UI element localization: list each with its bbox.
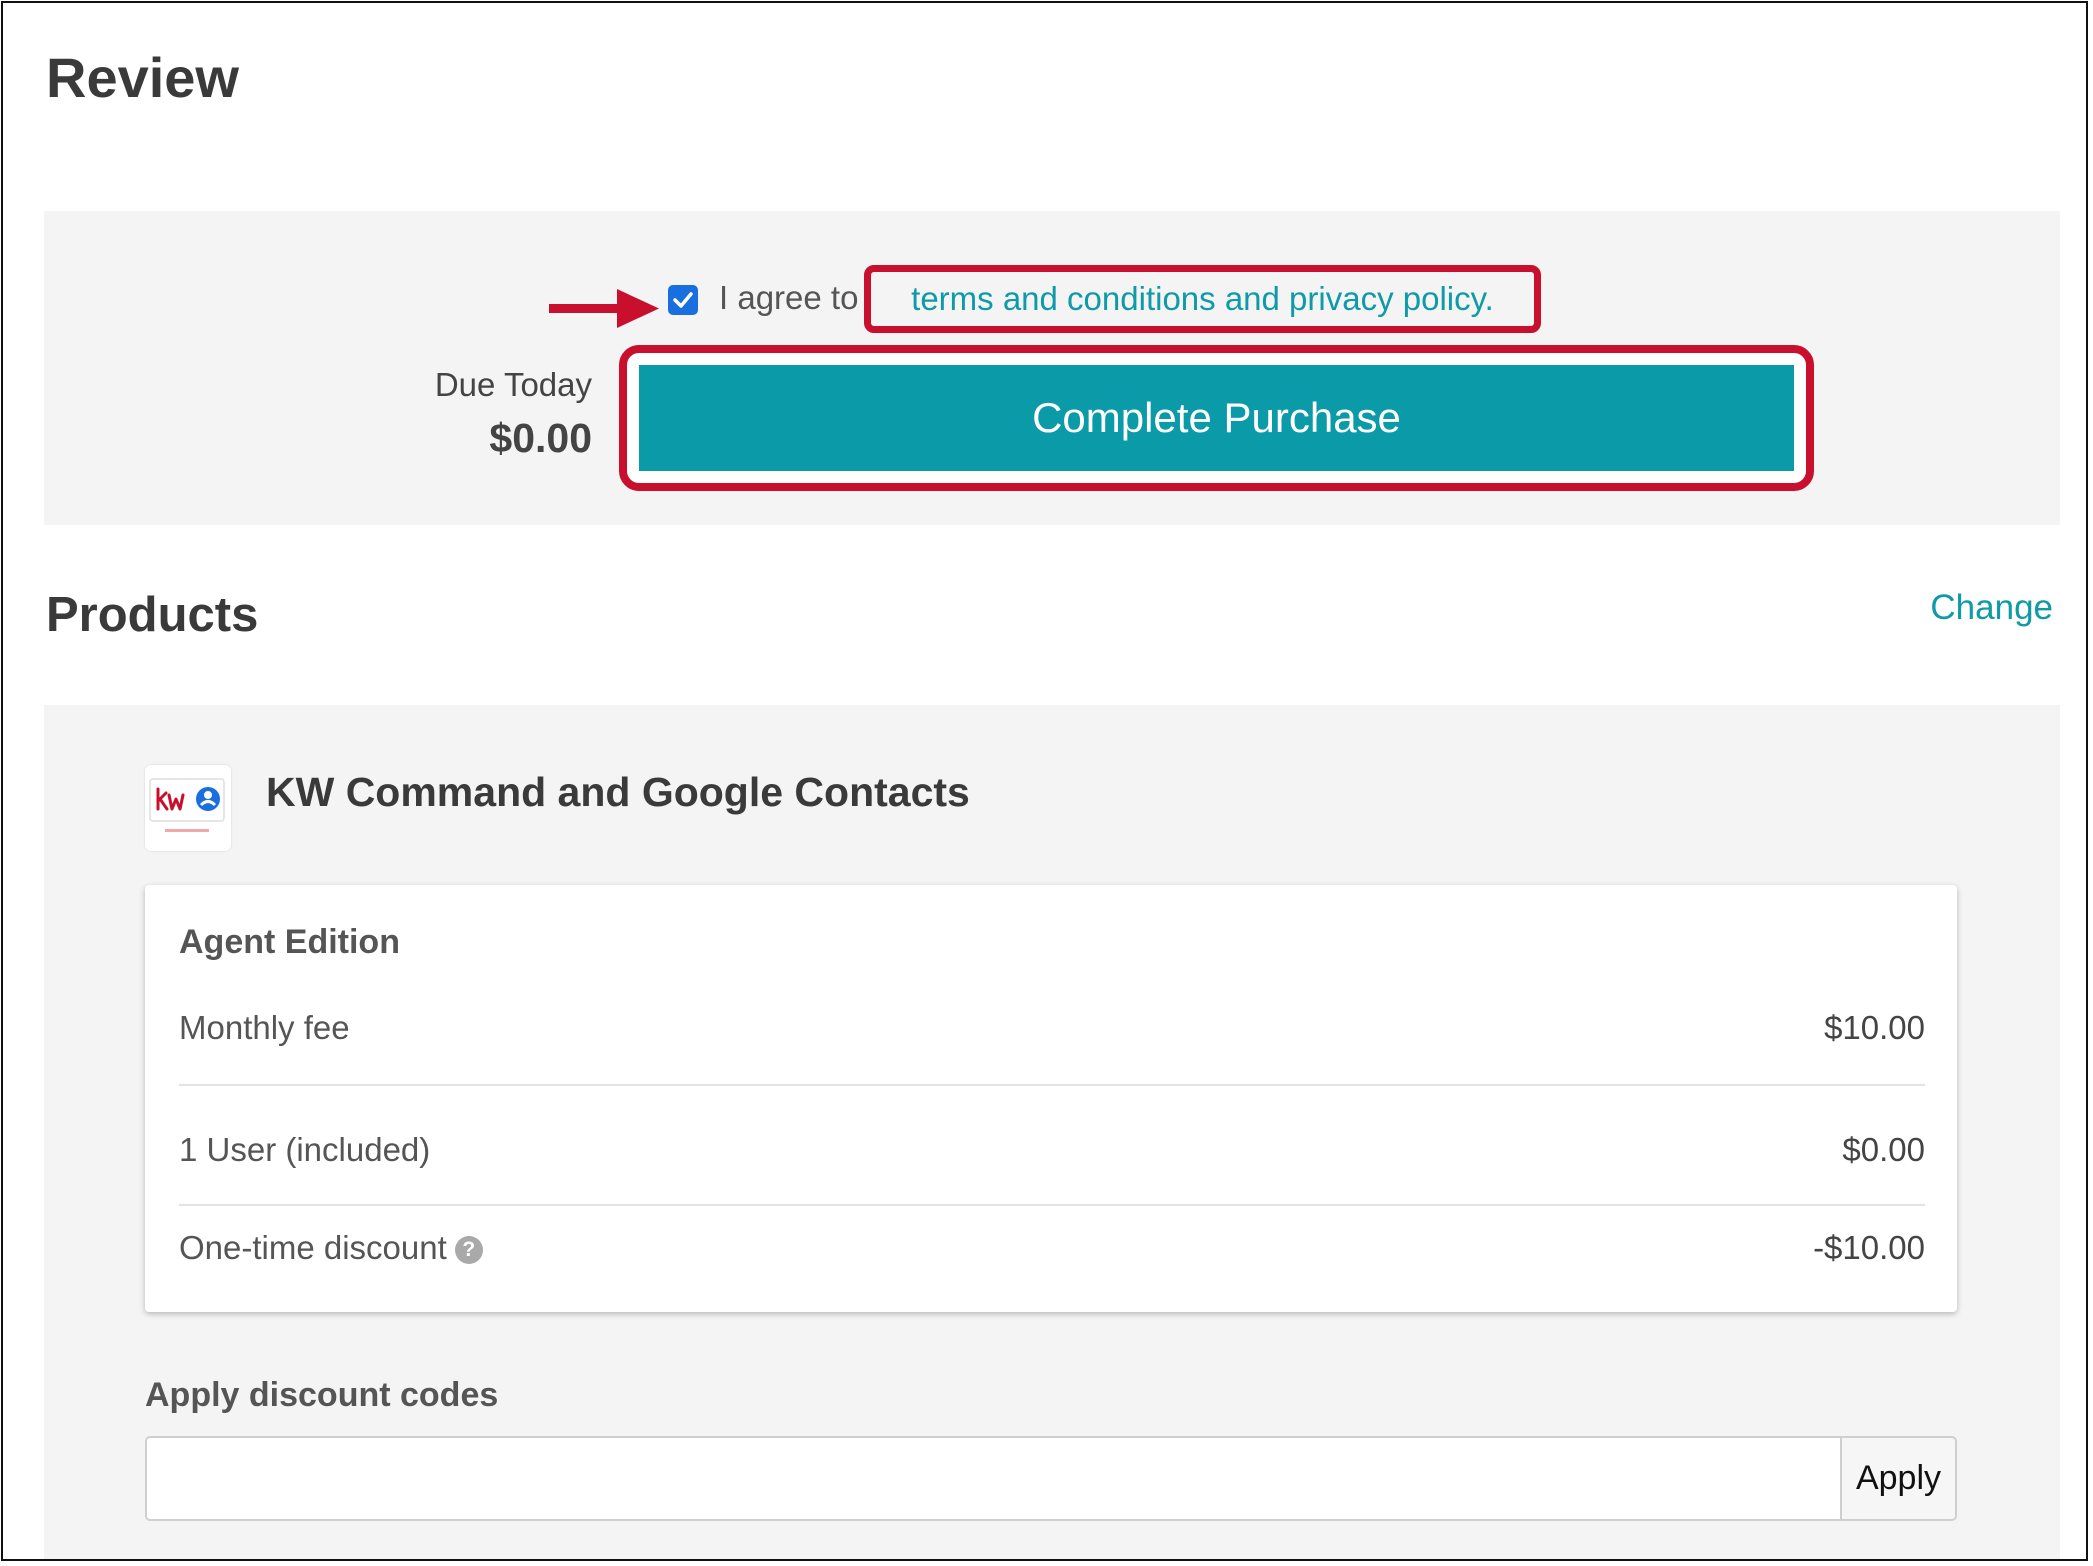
line-item: Monthly fee $10.00 xyxy=(179,1009,1925,1047)
discount-code-input[interactable] xyxy=(145,1436,1840,1521)
line-item-price: -$10.00 xyxy=(1813,1229,1925,1266)
terms-link[interactable]: terms and conditions and privacy policy. xyxy=(911,280,1494,318)
product-name: KW Command and Google Contacts xyxy=(266,769,970,815)
checkmark-icon xyxy=(673,292,693,308)
line-item: One-time discount? -$10.00 xyxy=(179,1229,1925,1267)
discount-codes-label: Apply discount codes xyxy=(145,1376,499,1414)
divider xyxy=(179,1204,1925,1206)
products-title: Products xyxy=(46,588,259,642)
products-panel: KW Command and Google Contacts Agent Edi… xyxy=(44,705,2060,1559)
change-link[interactable]: Change xyxy=(1930,588,2053,628)
arrow-right-icon xyxy=(549,289,659,328)
due-today-label: Due Today xyxy=(434,366,592,403)
line-item-price: $0.00 xyxy=(1842,1131,1925,1168)
review-panel: I agree to the terms and conditions and … xyxy=(44,211,2060,525)
divider xyxy=(179,1084,1925,1086)
line-item-label: Monthly fee xyxy=(179,1009,350,1046)
edition-title: Agent Edition xyxy=(179,923,400,961)
agree-checkbox[interactable] xyxy=(668,285,698,315)
line-item-label-group: One-time discount? xyxy=(179,1229,483,1267)
complete-purchase-button[interactable]: Complete Purchase xyxy=(639,365,1794,471)
apply-button[interactable]: Apply xyxy=(1840,1436,1957,1521)
kw-google-contacts-logo-icon xyxy=(145,765,231,851)
review-title: Review xyxy=(46,46,239,109)
line-item: 1 User (included) $0.00 xyxy=(179,1131,1925,1169)
terms-highlight: terms and conditions and privacy policy. xyxy=(864,265,1541,333)
edition-card: Agent Edition Monthly fee $10.00 1 User … xyxy=(145,885,1957,1312)
due-today-amount: $0.00 xyxy=(489,415,592,461)
line-item-price: $10.00 xyxy=(1824,1009,1925,1046)
line-item-label: 1 User (included) xyxy=(179,1131,431,1168)
screenshot-frame: Review I agree to the terms and conditio… xyxy=(1,1,2088,1561)
purchase-highlight: Complete Purchase xyxy=(619,345,1814,491)
discount-code-group: Apply xyxy=(145,1436,1957,1521)
line-item-label: One-time discount xyxy=(179,1229,447,1266)
help-icon[interactable]: ? xyxy=(454,1236,483,1265)
logo-graphic xyxy=(149,778,225,832)
